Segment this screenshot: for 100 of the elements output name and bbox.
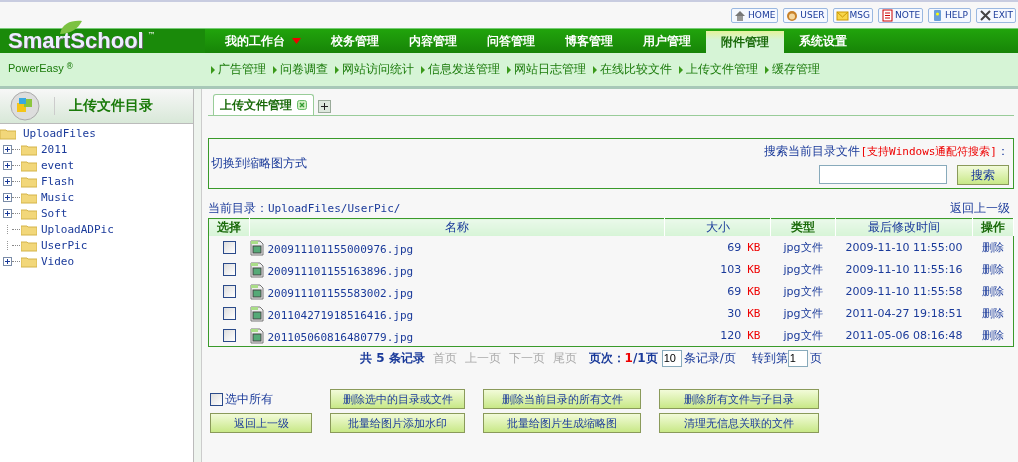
nav-tab[interactable]: 内容管理 xyxy=(394,29,472,53)
top-link-button[interactable]: USER xyxy=(783,7,828,23)
tab[interactable]: 上传文件管理 xyxy=(213,94,314,115)
action-button[interactable]: 删除所有文件与子目录 xyxy=(659,389,819,409)
nav-tab[interactable]: 附件管理 xyxy=(706,31,784,53)
sub-nav-link[interactable]: 问卷调查 xyxy=(280,61,328,78)
view-switch-link[interactable]: 切换到缩略图方式 xyxy=(211,155,307,172)
delete-link[interactable]: 删除 xyxy=(981,240,1004,254)
delete-link[interactable]: 删除 xyxy=(981,262,1004,276)
add-tab-button[interactable] xyxy=(318,100,331,113)
expand-icon[interactable] xyxy=(3,160,12,170)
action-button[interactable]: 删除选中的目录或文件 xyxy=(330,389,465,409)
top-link-button[interactable]: HOME xyxy=(731,7,779,23)
nav-tab[interactable]: 问答管理 xyxy=(472,29,550,53)
tree-item[interactable]: event xyxy=(41,158,75,172)
tree-item[interactable]: Video xyxy=(41,254,75,268)
expand-icon[interactable] xyxy=(3,144,12,154)
checkbox-label: 选中所有 xyxy=(225,390,273,408)
file-size: 103 xyxy=(720,262,742,276)
top-link-button[interactable]: NOTE xyxy=(878,7,924,23)
sub-nav-link[interactable]: 缓存管理 xyxy=(772,61,820,78)
column-header: 类型 xyxy=(770,218,836,236)
top-link-button[interactable]: HELP xyxy=(928,7,971,23)
house-icon xyxy=(734,8,748,22)
search-label: 搜索当前目录文件[支持Windows通配符搜索]： xyxy=(764,142,1009,160)
column-header: 选择 xyxy=(208,218,250,236)
column-header: 名称 xyxy=(249,218,665,236)
expand-icon[interactable] xyxy=(3,256,12,266)
tree-item[interactable]: UploadADPic xyxy=(41,222,114,236)
nav-tab[interactable]: 我的工作台 xyxy=(210,29,316,53)
pager-text: 页次： xyxy=(588,349,625,367)
action-button[interactable]: 返回上一级 xyxy=(210,413,312,433)
file-size: 120 xyxy=(720,328,742,342)
trademark-mark: ™ xyxy=(147,31,156,40)
top-link-button[interactable]: EXIT xyxy=(976,7,1016,23)
row-checkbox[interactable] xyxy=(222,240,236,254)
nav-tab[interactable]: 博客管理 xyxy=(550,29,628,53)
close-icon xyxy=(979,8,992,22)
row-checkbox[interactable] xyxy=(222,328,236,342)
delete-link[interactable]: 删除 xyxy=(981,306,1004,320)
table-cell-text: 2011-04-27 19:18:51 xyxy=(844,305,964,322)
registered-mark: ® xyxy=(65,62,74,71)
tree-item[interactable]: Music xyxy=(41,190,75,204)
tree-item[interactable]: Flash xyxy=(41,174,75,188)
sub-nav-link[interactable]: 广告管理 xyxy=(218,61,266,78)
folder-icon xyxy=(0,126,16,140)
tree-item[interactable]: Soft xyxy=(41,206,68,220)
bullet-arrow-icon xyxy=(211,65,215,74)
folder-icon xyxy=(21,222,37,236)
sub-nav-link[interactable]: 在线比较文件 xyxy=(600,61,672,78)
row-checkbox[interactable] xyxy=(222,284,236,298)
search-field[interactable] xyxy=(819,165,947,184)
expand-icon[interactable] xyxy=(3,192,12,202)
search-button[interactable]: 搜索 xyxy=(957,164,1009,185)
back-link[interactable]: 返回上一级 xyxy=(950,200,1010,217)
nav-tab[interactable]: 用户管理 xyxy=(628,29,706,53)
file-name-link[interactable]: 200911101155000976.jpg xyxy=(267,242,414,256)
table-cell-text: 2009-11-10 11:55:58 xyxy=(844,283,964,300)
select-all-checkbox[interactable] xyxy=(210,392,223,406)
nav-tab[interactable]: 系统设置 xyxy=(784,29,862,53)
action-button[interactable]: 删除当前目录的所有文件 xyxy=(483,389,641,409)
row-checkbox[interactable] xyxy=(222,262,236,276)
pager-text: 条记录/页 xyxy=(683,349,736,367)
nav-tab[interactable]: 校务管理 xyxy=(316,29,394,53)
file-name-link[interactable]: 201105060816480779.jpg xyxy=(267,330,414,344)
image-file-icon xyxy=(249,305,264,322)
delete-link[interactable]: 删除 xyxy=(981,284,1004,298)
folder-icon xyxy=(21,158,37,172)
action-button[interactable]: 批量给图片添加水印 xyxy=(330,413,465,433)
sub-nav-link[interactable]: 网站日志管理 xyxy=(514,61,586,78)
expand-icon[interactable] xyxy=(3,176,12,186)
pager-text: 条记录 xyxy=(388,349,425,367)
sub-nav-link[interactable]: 上传文件管理 xyxy=(686,61,758,78)
file-name-link[interactable]: 201104271918516416.jpg xyxy=(267,308,414,322)
top-link-button[interactable]: MSG xyxy=(832,7,874,23)
plus-icon xyxy=(321,103,328,110)
sub-nav-link[interactable]: 网站访问统计 xyxy=(342,61,414,78)
splitter-handle[interactable] xyxy=(194,89,202,462)
action-button[interactable]: 清理无信息关联的文件 xyxy=(659,413,819,433)
file-name-link[interactable]: 200911101155583002.jpg xyxy=(267,286,414,300)
delete-link[interactable]: 删除 xyxy=(981,328,1004,342)
page-number-field[interactable]: 1 xyxy=(787,349,808,367)
size-unit: KB xyxy=(747,262,761,276)
current-directory: 当前目录：UploadFiles/UserPic/ xyxy=(208,200,401,217)
per-page-field[interactable]: 10 xyxy=(661,349,682,367)
pager-text: /1页 xyxy=(632,349,658,367)
expand-icon[interactable] xyxy=(3,208,12,218)
action-button[interactable]: 批量给图片生成缩略图 xyxy=(483,413,641,433)
table-cell-text: jpg文件 xyxy=(782,305,824,322)
size-unit: KB xyxy=(747,240,761,254)
tree-item[interactable]: UserPic xyxy=(41,238,88,252)
table-cell-text: jpg文件 xyxy=(782,261,824,278)
row-checkbox[interactable] xyxy=(222,306,236,320)
column-header: 操作 xyxy=(972,218,1014,236)
tree-item[interactable]: 2011 xyxy=(41,142,68,156)
tree-item[interactable]: UploadFiles xyxy=(23,126,96,140)
file-name-link[interactable]: 200911101155163896.jpg xyxy=(267,264,414,278)
image-file-icon xyxy=(249,261,264,278)
sub-nav-link[interactable]: 信息发送管理 xyxy=(428,61,500,78)
table-cell: 2009-11-10 11:55:00 xyxy=(835,236,973,258)
